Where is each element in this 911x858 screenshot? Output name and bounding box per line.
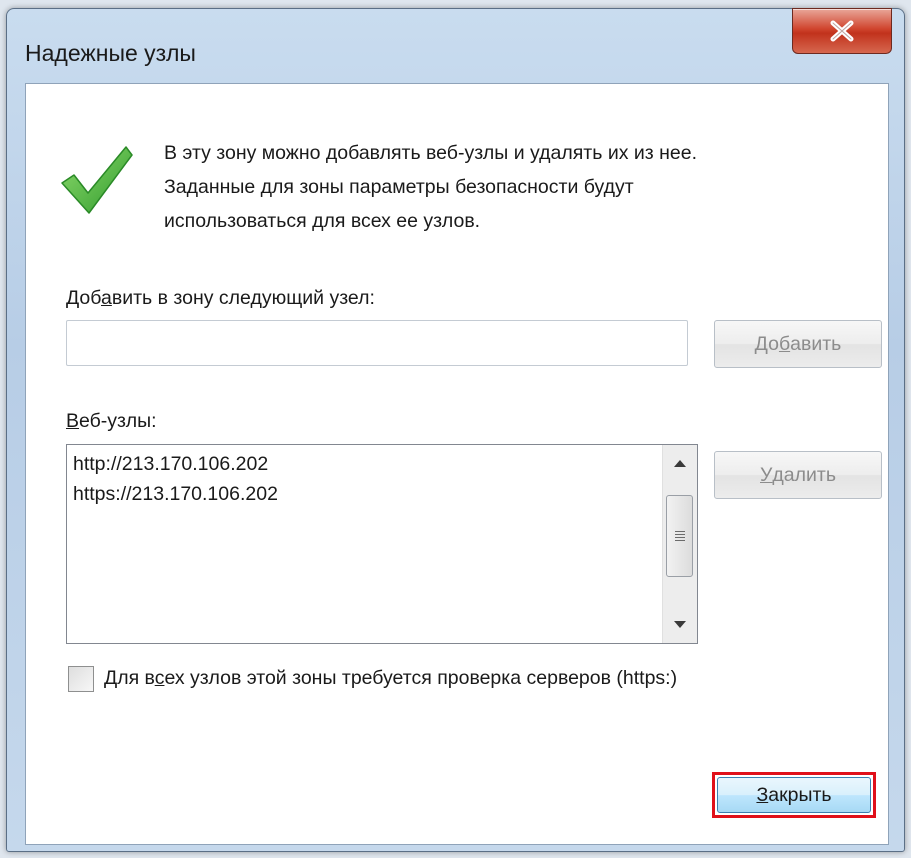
list-item[interactable]: http://213.170.106.202 bbox=[73, 449, 661, 479]
close-x-icon bbox=[830, 20, 854, 42]
window-close-button[interactable] bbox=[792, 8, 892, 54]
arrow-down-icon bbox=[674, 621, 686, 628]
arrow-up-icon bbox=[674, 460, 686, 467]
description-line-1: В эту зону можно добавлять веб-узлы и уд… bbox=[164, 142, 698, 164]
checkmark-icon bbox=[61, 146, 133, 214]
scroll-down-button[interactable] bbox=[663, 609, 697, 641]
description-line-2: Заданные для зоны параметры безопасности… bbox=[164, 176, 634, 198]
close-button[interactable]: Закрыть bbox=[717, 777, 871, 813]
https-label-part: Для в bbox=[104, 667, 155, 689]
dialog-window: Надежные узлы В эту зону можно добавлять… bbox=[6, 8, 905, 852]
zone-description: В эту зону можно добавлять веб-узлы и уд… bbox=[164, 136, 884, 238]
scroll-up-button[interactable] bbox=[663, 447, 697, 479]
close-button-highlight: Закрыть bbox=[712, 772, 876, 818]
add-label-part: Доб bbox=[66, 287, 101, 309]
add-site-label: Добавить в зону следующий узел: bbox=[66, 287, 375, 310]
close-button-accelerator: З bbox=[756, 783, 769, 806]
title-bar[interactable]: Надежные узлы bbox=[7, 8, 904, 89]
add-label-part: вить в зону следующий узел: bbox=[111, 287, 375, 309]
site-url-input[interactable] bbox=[67, 321, 687, 365]
websites-label: Веб-узлы: bbox=[66, 410, 157, 433]
grip-icon bbox=[674, 531, 685, 541]
add-button-part: До bbox=[754, 332, 779, 355]
https-label-part: ех узлов этой зоны требуется проверка се… bbox=[164, 667, 678, 689]
remove-button[interactable]: Удалить bbox=[714, 451, 882, 499]
window-title: Надежные узлы bbox=[25, 40, 196, 66]
dialog-content: В эту зону можно добавлять веб-узлы и уд… bbox=[25, 83, 889, 845]
close-button-part: акрыть bbox=[768, 783, 832, 806]
require-https-label[interactable]: Для всех узлов этой зоны требуется прове… bbox=[104, 667, 677, 690]
https-label-accelerator: с bbox=[154, 667, 165, 689]
site-url-field[interactable] bbox=[66, 320, 688, 366]
add-label-accelerator: а bbox=[101, 287, 112, 309]
add-button[interactable]: До б авить bbox=[714, 320, 882, 368]
vertical-scrollbar[interactable] bbox=[662, 445, 697, 643]
require-https-checkbox[interactable] bbox=[68, 666, 94, 692]
websites-list[interactable]: http://213.170.106.202 https://213.170.1… bbox=[66, 444, 698, 644]
scroll-thumb[interactable] bbox=[666, 495, 693, 577]
add-button-accelerator: б bbox=[778, 332, 791, 355]
list-item[interactable]: https://213.170.106.202 bbox=[73, 479, 661, 509]
remove-button-part: далить bbox=[772, 463, 836, 486]
websites-label-part: еб-узлы: bbox=[79, 410, 157, 432]
remove-button-accelerator: У bbox=[760, 463, 773, 486]
description-line-3: использоваться для всех ее узлов. bbox=[164, 210, 481, 232]
websites-label-accelerator: В bbox=[66, 410, 80, 432]
add-button-part: авить bbox=[790, 332, 842, 355]
